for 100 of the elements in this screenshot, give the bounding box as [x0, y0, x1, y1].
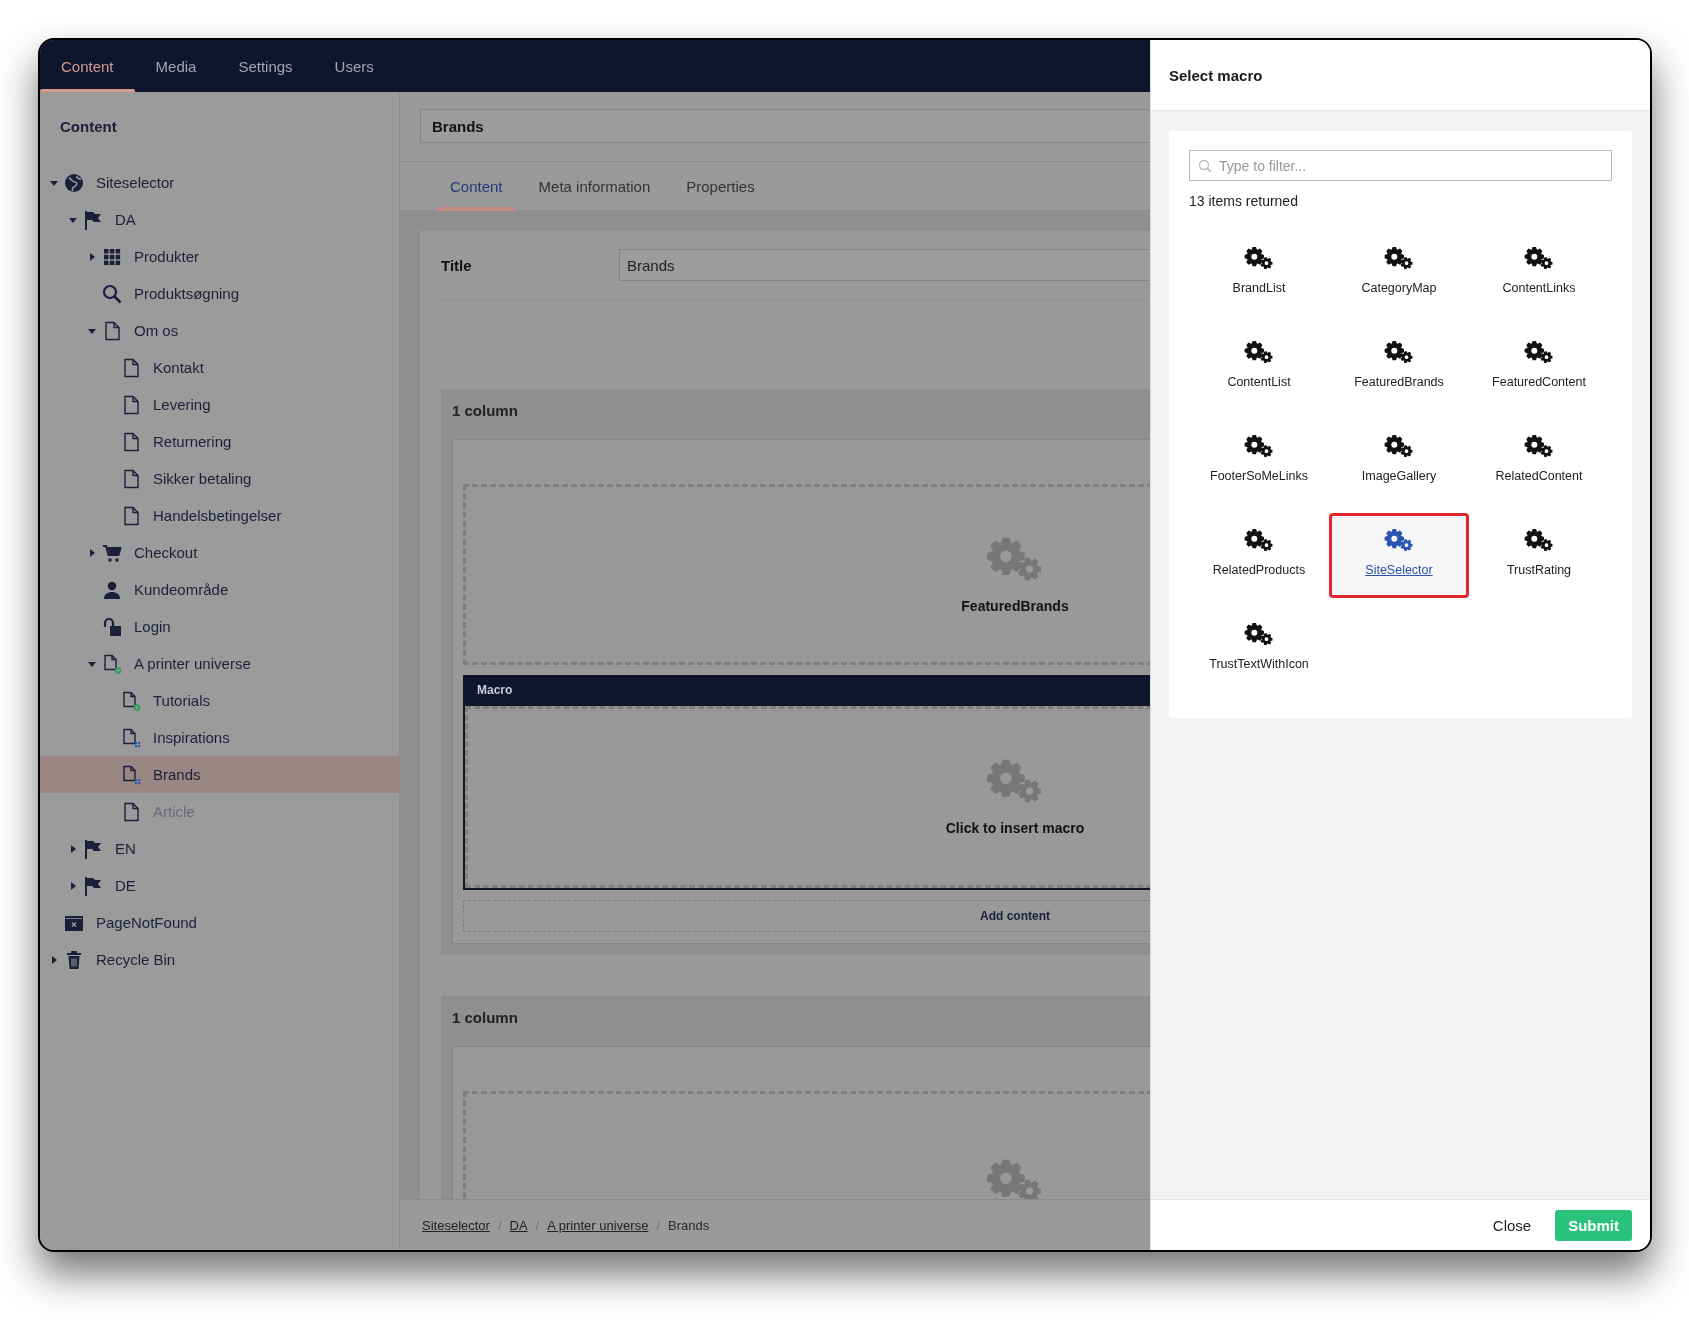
user-icon [102, 579, 122, 600]
gears-icon [986, 758, 1044, 806]
tree-item[interactable]: Om os [40, 312, 399, 349]
document-icon [121, 394, 141, 415]
name-field[interactable]: Brands [420, 109, 1150, 143]
breadcrumb-separator: / [656, 1217, 661, 1233]
macro-item[interactable]: ContentList [1189, 325, 1329, 410]
breadcrumb-current: Brands [668, 1217, 710, 1233]
gears-icon [1524, 434, 1554, 459]
gears-icon [1244, 246, 1274, 271]
flag-icon [83, 209, 103, 230]
gears-icon [1524, 246, 1554, 271]
document-grid-icon [121, 727, 141, 748]
tree-item[interactable]: Returnering [40, 423, 399, 460]
section-tab[interactable]: Media [134, 40, 218, 92]
trash-icon [64, 949, 84, 970]
macro-item[interactable]: RelatedContent [1469, 419, 1609, 504]
gears-icon [1524, 340, 1554, 365]
content-tab[interactable]: Meta information [520, 162, 669, 210]
dialog-title: Select macro [1169, 66, 1263, 84]
macro-item[interactable]: ImageGallery [1329, 419, 1469, 504]
breadcrumb-link[interactable]: A printer universe [547, 1217, 649, 1233]
gears-icon [1384, 340, 1414, 365]
gears-icon [986, 1157, 1044, 1199]
tree-item[interactable]: Inspirations [40, 719, 399, 756]
globe-icon [64, 172, 84, 193]
gears-icon [1244, 622, 1274, 647]
cart-icon [102, 542, 122, 563]
document-icon [121, 505, 141, 526]
search-icon [102, 283, 122, 304]
result-count: 13 items returned [1189, 193, 1298, 209]
field-label: Title [441, 256, 473, 274]
tree-item[interactable]: Sikker betaling [40, 460, 399, 497]
breadcrumb-link[interactable]: Siteselector [422, 1217, 490, 1233]
search-icon [1198, 159, 1212, 173]
content-tab[interactable]: Content [432, 162, 521, 210]
macro-item[interactable]: TrustRating [1469, 513, 1609, 598]
macro-item[interactable]: TrustTextWithIcon [1189, 607, 1329, 692]
tree-item[interactable]: Siteselector [40, 164, 399, 201]
content-tab[interactable]: Properties [668, 162, 773, 210]
macro-item[interactable]: FooterSoMeLinks [1189, 419, 1329, 504]
flag-icon [83, 838, 103, 859]
tree-item[interactable]: Recycle Bin [40, 941, 399, 978]
tree-item[interactable]: DA [40, 201, 399, 238]
tree-item[interactable]: A printer universe [40, 645, 399, 682]
document-plus-icon [102, 653, 122, 674]
breadcrumb-separator: / [535, 1217, 540, 1233]
gears-icon [1244, 434, 1274, 459]
macro-item[interactable]: BrandList [1189, 231, 1329, 316]
macro-item[interactable]: SiteSelector [1329, 513, 1469, 598]
macro-header: Macro [477, 683, 513, 697]
flag-icon [83, 875, 103, 896]
macro-item[interactable]: RelatedProducts [1189, 513, 1329, 598]
gears-icon [1384, 246, 1414, 271]
document-grid-icon [121, 764, 141, 785]
macro-item[interactable]: CategoryMap [1329, 231, 1469, 316]
macro-item[interactable]: FeaturedBrands [1329, 325, 1469, 410]
document-icon [121, 357, 141, 378]
document-icon [102, 320, 122, 341]
tree-item[interactable]: DE [40, 867, 399, 904]
tree-item[interactable]: Login [40, 608, 399, 645]
breadcrumb-separator: / [497, 1217, 502, 1233]
padlock-icon [102, 616, 122, 637]
section-tab[interactable]: Content [40, 40, 135, 92]
section-tab[interactable]: Users [313, 40, 395, 92]
tree-item[interactable]: Levering [40, 386, 399, 423]
tree-item[interactable]: Produkter [40, 238, 399, 275]
macro-label: FeaturedBrands [961, 597, 1069, 614]
tree-item[interactable]: Kundeområde [40, 571, 399, 608]
gears-icon [1244, 340, 1274, 365]
row-heading: 1 column [452, 1008, 518, 1028]
gears-icon [1524, 528, 1554, 553]
macro-item[interactable]: ContentLinks [1469, 231, 1609, 316]
tree-item[interactable]: EN [40, 830, 399, 867]
macro-label: Click to insert macro [945, 820, 1085, 836]
gears-icon [1384, 434, 1414, 459]
tree-item[interactable]: Kontakt [40, 349, 399, 386]
breadcrumb-link[interactable]: DA [509, 1217, 528, 1233]
title-field[interactable]: Brands [619, 249, 1150, 281]
document-icon [121, 431, 141, 452]
filter-field[interactable]: Type to filter... [1189, 150, 1612, 181]
tree-item[interactable]: Checkout [40, 534, 399, 571]
section-tab[interactable]: Settings [217, 40, 314, 92]
grid-icon [102, 246, 122, 267]
macro-item[interactable]: FeaturedContent [1469, 325, 1609, 410]
document-icon [121, 801, 141, 822]
gears-icon [1384, 528, 1414, 553]
macro-placeholder[interactable]: Click to insert macro [465, 706, 1150, 888]
tree-item[interactable]: Handelsbetingelser [40, 497, 399, 534]
tree-item[interactable]: Tutorials [40, 682, 399, 719]
tree-item[interactable]: Brands [40, 756, 399, 793]
close-button[interactable]: Close [1486, 1209, 1538, 1241]
tree-item[interactable]: Produktsøgning [40, 275, 399, 312]
gears-icon [986, 535, 1044, 584]
tree-item[interactable]: PageNotFound [40, 904, 399, 941]
tree-heading: Content [59, 117, 118, 137]
document-icon [121, 468, 141, 489]
document-plus-icon [121, 690, 141, 711]
gears-icon [1244, 528, 1274, 553]
row-heading: 1 column [452, 401, 518, 421]
